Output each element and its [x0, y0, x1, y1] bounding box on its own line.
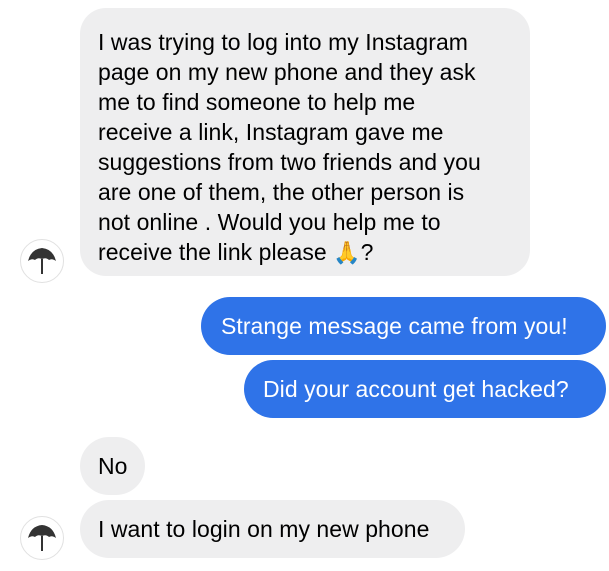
contact-avatar[interactable] [20, 516, 64, 560]
message-text: Strange message came from you! [221, 313, 568, 339]
umbrella-icon [28, 248, 56, 274]
outgoing-message-bubble[interactable]: Strange message came from you! [201, 297, 606, 355]
outgoing-message-bubble[interactable]: Did your account get hacked? [244, 360, 606, 418]
folded-hands-emoji: 🙏 [333, 240, 361, 265]
message-text-suffix: ? [360, 239, 374, 265]
chat-thread: I was trying to log into my Instagram pa… [0, 0, 609, 571]
message-text: I want to login on my new phone [98, 516, 430, 542]
message-text: Did your account get hacked? [263, 376, 569, 402]
message-text: I was trying to log into my Instagram pa… [98, 29, 481, 265]
incoming-message-bubble[interactable]: No [80, 437, 145, 495]
incoming-message-bubble[interactable]: I want to login on my new phone [80, 500, 465, 558]
message-text: No [98, 453, 128, 479]
contact-avatar[interactable] [20, 239, 64, 283]
umbrella-icon [28, 525, 56, 551]
incoming-message-bubble[interactable]: I was trying to log into my Instagram pa… [80, 8, 530, 276]
